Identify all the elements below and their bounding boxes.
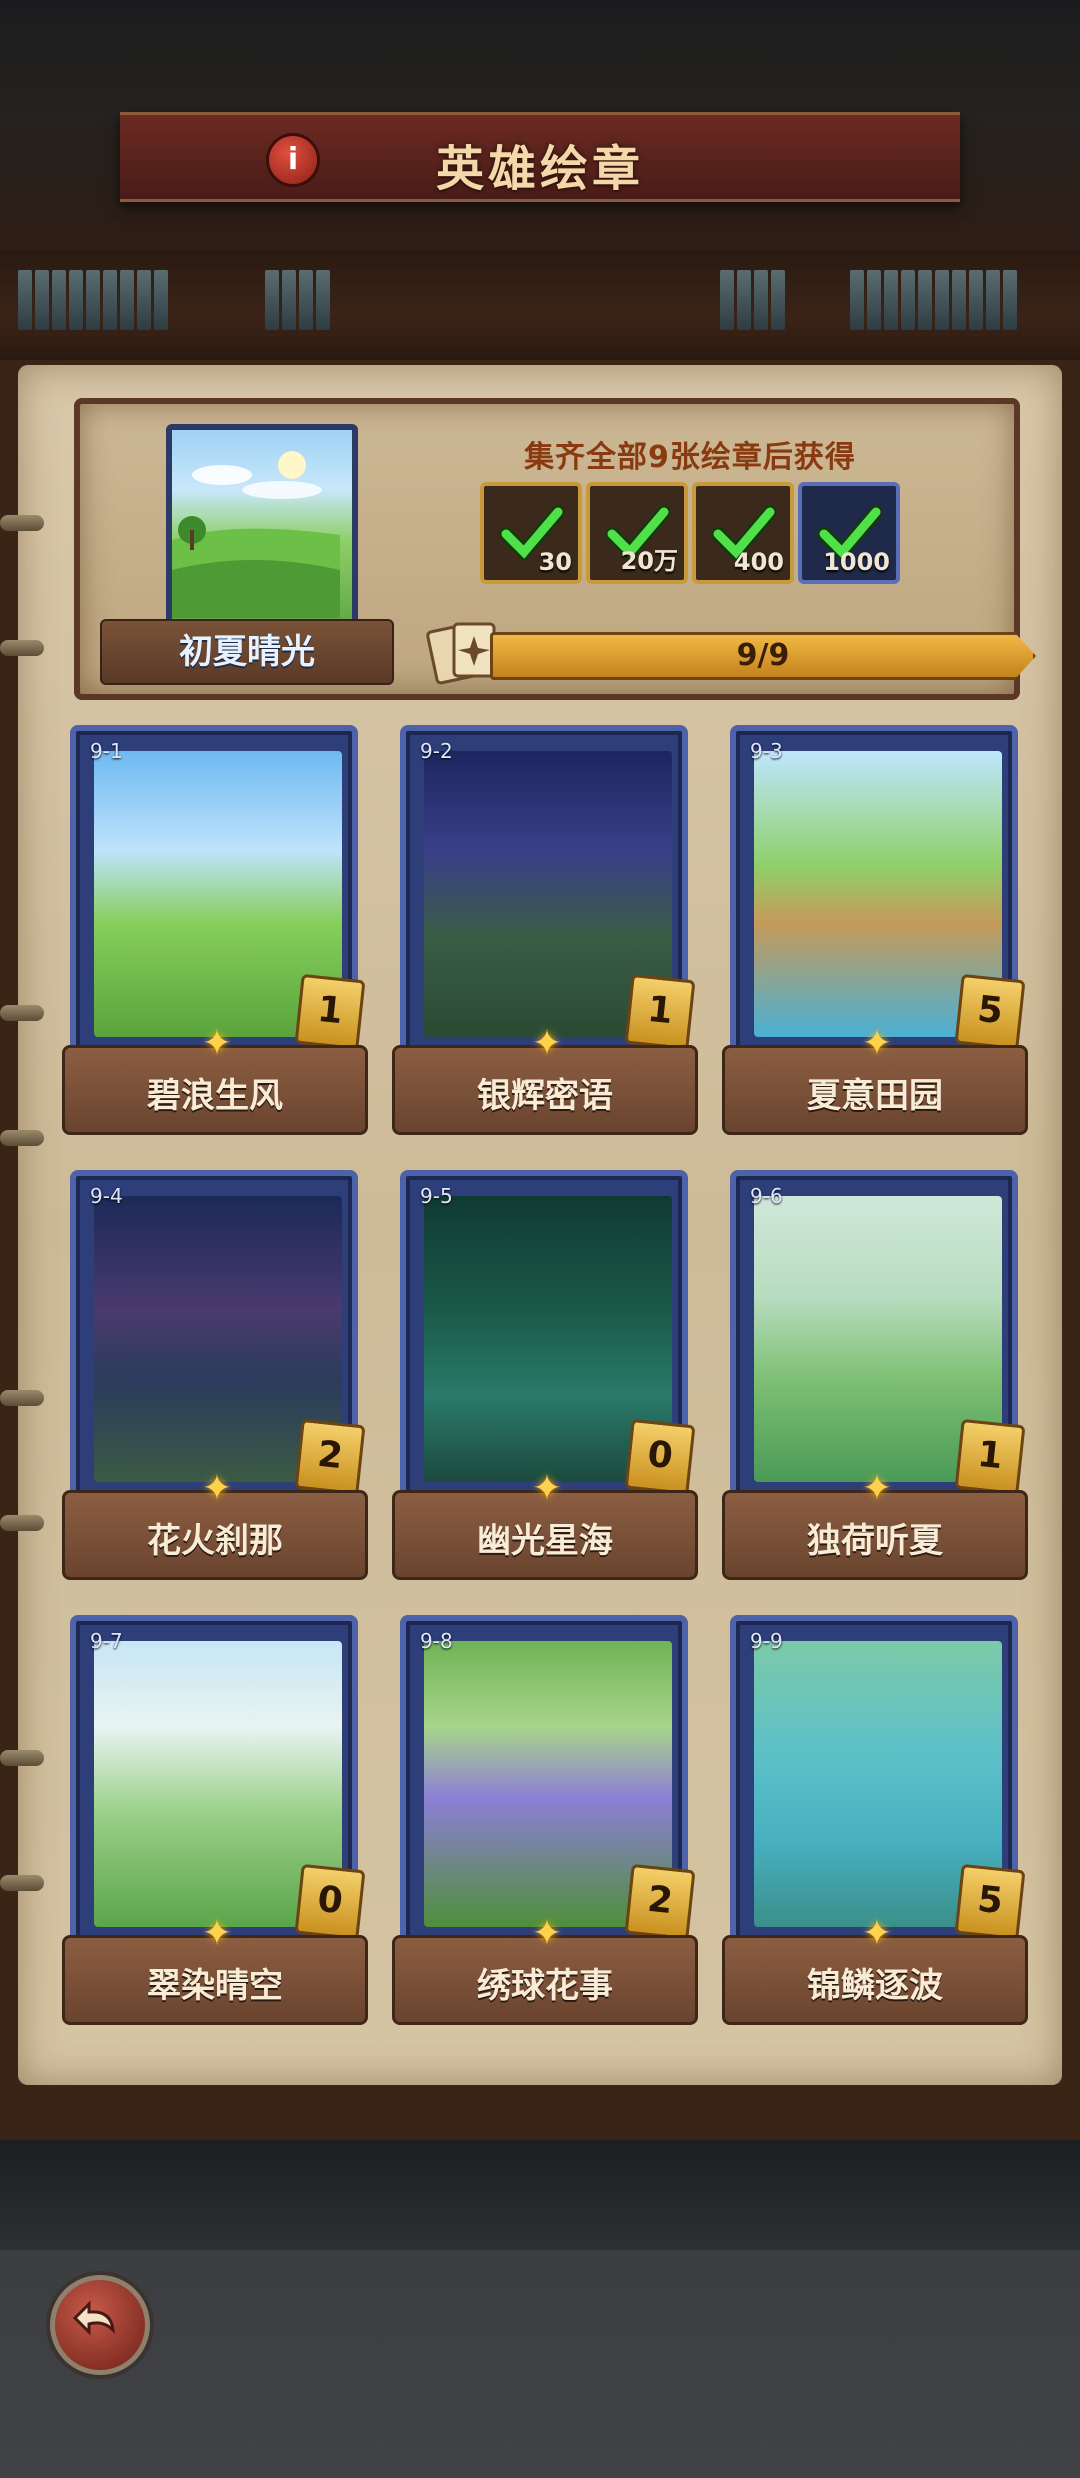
album-card[interactable]: 9-6 1 ✦ 独荷听夏: [722, 1170, 1028, 1580]
collection-reward-panel: 初夏晴光 集齐全部9张绘章后获得 30 20万 400 1000 9/9: [74, 398, 1036, 700]
card-name-plate: ✦ 银辉密语: [392, 1026, 698, 1135]
star-icon: ✦: [861, 1913, 893, 1954]
books-right: [850, 270, 1020, 340]
card-count-badge: 5: [954, 973, 1026, 1051]
binder-ring: [0, 1130, 44, 1146]
card-count-badge: 1: [954, 1418, 1026, 1496]
binder-ring: [0, 1390, 44, 1406]
card-id: 9-7: [90, 1629, 123, 1653]
card-id: 9-4: [90, 1184, 123, 1208]
reward-heading: 集齐全部9张绘章后获得: [524, 440, 856, 475]
binder-ring: [0, 1005, 44, 1021]
card-id: 9-2: [420, 739, 453, 763]
card-count-badge: 1: [624, 973, 696, 1051]
collection-name: 初夏晴光: [179, 632, 315, 672]
card-count-badge: 1: [294, 973, 366, 1051]
album-card[interactable]: 9-8 2 ✦ 绣球花事: [392, 1615, 698, 2025]
binder-ring: [0, 1515, 44, 1531]
reward-crystal[interactable]: 20万: [586, 482, 688, 584]
card-id: 9-6: [750, 1184, 783, 1208]
binder-ring: [0, 640, 44, 656]
album-card[interactable]: 9-9 5 ✦ 锦鳞逐波: [722, 1615, 1028, 2025]
card-name: 花火刹那: [147, 1521, 283, 1561]
collection-name-plate: 初夏晴光: [100, 619, 394, 685]
card-count-badge: 5: [954, 1863, 1026, 1941]
card-count-badge: 0: [294, 1863, 366, 1941]
album-card[interactable]: 9-7 0 ✦ 翠染晴空: [62, 1615, 368, 2025]
album-card[interactable]: 9-1 1 ✦ 碧浪生风: [62, 725, 368, 1135]
page-title: 英雄绘章: [435, 141, 644, 197]
card-count-badge: 2: [294, 1418, 366, 1496]
binder-ring: [0, 1750, 44, 1766]
books-mid-right: [720, 270, 788, 340]
reward-ore[interactable]: 30: [480, 482, 582, 584]
card-name-plate: ✦ 绣球花事: [392, 1916, 698, 2025]
card-name: 幽光星海: [477, 1521, 613, 1561]
star-icon: ✦: [861, 1468, 893, 1509]
card-count-badge: 0: [624, 1418, 696, 1496]
title-banner: i 英雄绘章: [120, 112, 960, 202]
card-name-plate: ✦ 碧浪生风: [62, 1026, 368, 1135]
reward-stone-blue[interactable]: 1000: [798, 482, 900, 584]
collection-cover-image[interactable]: [166, 424, 358, 636]
reward-stone[interactable]: 400: [692, 482, 794, 584]
back-arrow-icon: [72, 2300, 115, 2336]
card-id: 9-1: [90, 739, 123, 763]
card-name: 银辉密语: [477, 1076, 613, 1116]
card-name-plate: ✦ 幽光星海: [392, 1471, 698, 1580]
card-id: 9-9: [750, 1629, 783, 1653]
album-card[interactable]: 9-2 1 ✦ 银辉密语: [392, 725, 698, 1135]
card-id: 9-8: [420, 1629, 453, 1653]
card-name: 碧浪生风: [147, 1076, 283, 1116]
star-icon: ✦: [531, 1023, 563, 1064]
collection-progress-bar: 9/9: [490, 632, 1036, 680]
card-count-badge: 2: [624, 1863, 696, 1941]
back-button[interactable]: [50, 2275, 150, 2375]
star-icon: ✦: [201, 1468, 233, 1509]
album-card[interactable]: 9-3 5 ✦ 夏意田园: [722, 725, 1028, 1135]
books-mid-left: [265, 270, 333, 340]
card-name: 绣球花事: [477, 1966, 613, 2006]
progress-text: 9/9: [736, 638, 790, 673]
star-icon: ✦: [531, 1468, 563, 1509]
bottom-strip: [0, 2140, 1080, 2250]
card-id: 9-3: [750, 739, 783, 763]
card-name-plate: ✦ 花火刹那: [62, 1471, 368, 1580]
star-icon: ✦: [531, 1913, 563, 1954]
star-icon: ✦: [201, 1913, 233, 1954]
card-id: 9-5: [420, 1184, 453, 1208]
card-name: 夏意田园: [807, 1076, 943, 1116]
star-icon: ✦: [861, 1023, 893, 1064]
books-left: [18, 270, 171, 340]
binder-ring: [0, 515, 44, 531]
card-name-plate: ✦ 独荷听夏: [722, 1471, 1028, 1580]
album-card[interactable]: 9-5 0 ✦ 幽光星海: [392, 1170, 698, 1580]
star-icon: ✦: [201, 1023, 233, 1064]
card-name-plate: ✦ 翠染晴空: [62, 1916, 368, 2025]
card-name-plate: ✦ 锦鳞逐波: [722, 1916, 1028, 2025]
card-name: 翠染晴空: [147, 1966, 283, 2006]
meadow-scene-icon: [172, 451, 340, 618]
card-name: 独荷听夏: [807, 1521, 943, 1561]
album-card[interactable]: 9-4 2 ✦ 花火刹那: [62, 1170, 368, 1580]
binder-ring: [0, 1875, 44, 1891]
card-name: 锦鳞逐波: [807, 1966, 943, 2006]
card-name-plate: ✦ 夏意田园: [722, 1026, 1028, 1135]
